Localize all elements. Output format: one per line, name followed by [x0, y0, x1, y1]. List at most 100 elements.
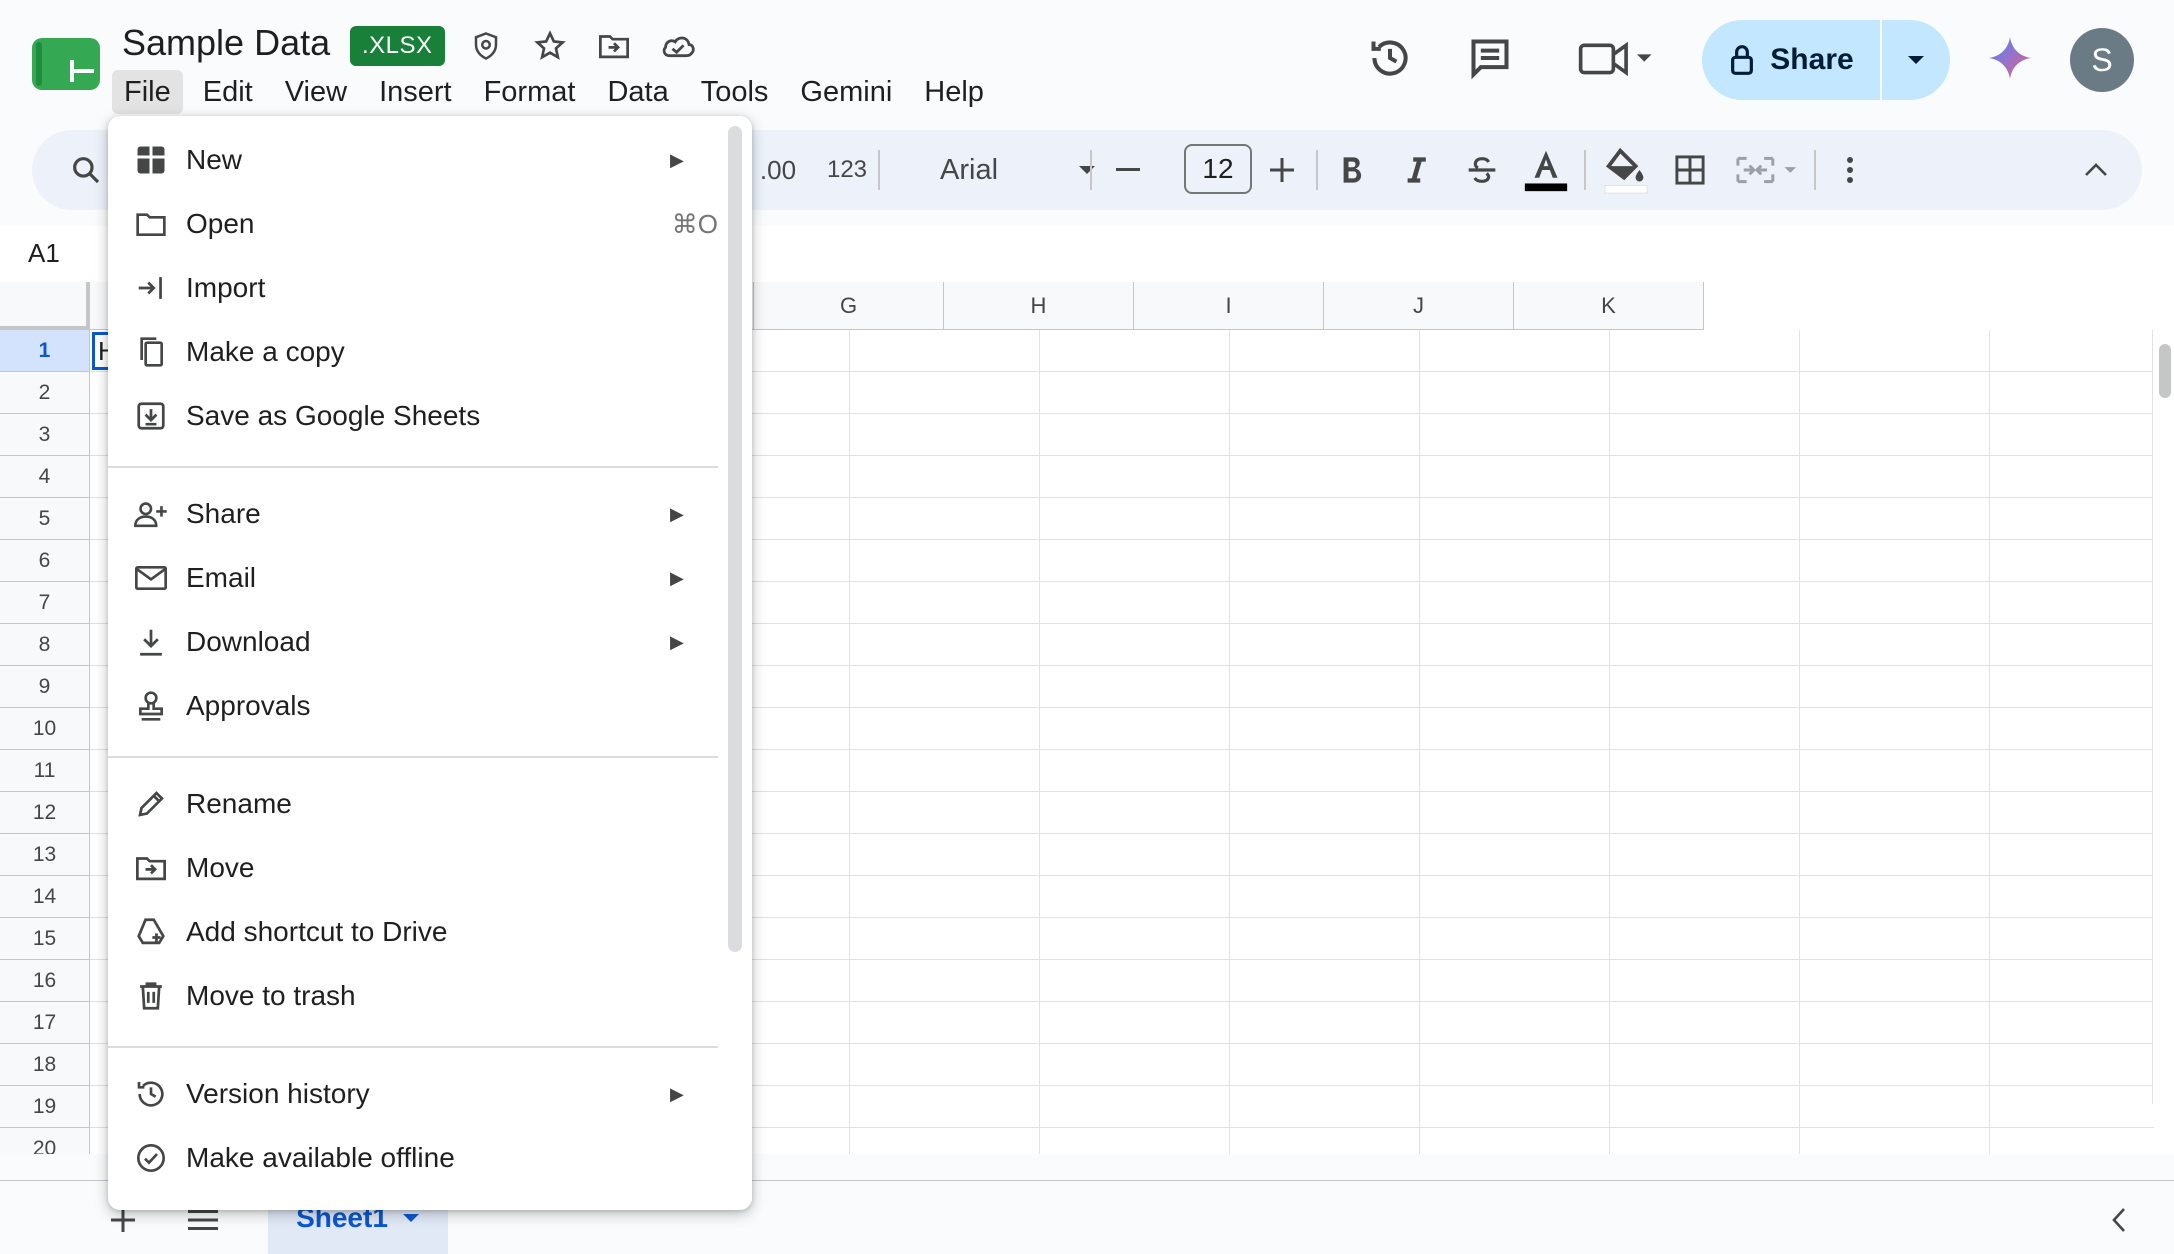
caret-down-icon — [1079, 166, 1095, 174]
side-panel-toggle-icon[interactable] — [2098, 1199, 2140, 1241]
row-header[interactable]: 12 — [0, 792, 90, 834]
row-header[interactable]: 10 — [0, 708, 90, 750]
version-history-icon[interactable] — [1362, 30, 1418, 86]
caret-down-icon — [1908, 56, 1924, 64]
column-header-g[interactable]: G — [754, 282, 944, 330]
menu-item-add-shortcut-to-drive[interactable]: Add shortcut to Drive — [108, 900, 718, 964]
row-header[interactable]: 2 — [0, 372, 90, 414]
more-options-icon[interactable] — [1832, 146, 1868, 194]
copy-icon — [132, 333, 170, 371]
row-header[interactable]: 16 — [0, 960, 90, 1002]
row-header[interactable]: 8 — [0, 624, 90, 666]
column-header-h[interactable]: H — [944, 282, 1134, 330]
column-header-k[interactable]: K — [1514, 282, 1704, 330]
menu-item-make-available-offline[interactable]: Make available offline — [108, 1126, 718, 1190]
menu-scrollbar[interactable] — [728, 126, 742, 952]
row-header[interactable]: 3 — [0, 414, 90, 456]
column-header-i[interactable]: I — [1134, 282, 1324, 330]
comments-icon[interactable] — [1462, 30, 1518, 86]
row-header[interactable]: 6 — [0, 540, 90, 582]
cloud-saved-icon[interactable] — [658, 26, 698, 66]
strikethrough-icon[interactable] — [1456, 146, 1508, 194]
row-header[interactable]: 14 — [0, 876, 90, 918]
row-header[interactable]: 7 — [0, 582, 90, 624]
row-header[interactable]: 5 — [0, 498, 90, 540]
decrease-font-size-button[interactable] — [1104, 146, 1152, 194]
star-icon[interactable] — [530, 26, 570, 66]
column-header-j[interactable]: J — [1324, 282, 1514, 330]
document-title[interactable]: Sample Data — [122, 22, 330, 64]
row-header[interactable]: 19 — [0, 1086, 90, 1128]
gemini-spark-icon[interactable] — [1982, 30, 2038, 86]
merge-cells-icon[interactable] — [1730, 146, 1804, 194]
menu-divider — [108, 466, 718, 468]
menu-item-share[interactable]: Share ▶ — [108, 482, 718, 546]
move-folder-icon[interactable] — [594, 26, 634, 66]
menu-gemini[interactable]: Gemini — [788, 70, 904, 114]
row-header[interactable]: 18 — [0, 1044, 90, 1086]
menu-item-label: Share — [186, 498, 261, 529]
menu-bar: File Edit View Insert Format Data Tools … — [112, 70, 1004, 114]
menu-edit[interactable]: Edit — [191, 70, 265, 114]
row-header[interactable]: 13 — [0, 834, 90, 876]
row-header[interactable]: 1 — [0, 330, 90, 372]
menu-item-open[interactable]: Open ⌘O — [108, 192, 718, 256]
row-header[interactable]: 9 — [0, 666, 90, 708]
drive-shortcut-icon — [132, 913, 170, 951]
menu-divider — [108, 756, 718, 758]
sheets-logo-icon[interactable] — [32, 38, 100, 90]
select-all-corner[interactable] — [0, 282, 90, 330]
menu-item-save-as-google-sheets[interactable]: Save as Google Sheets — [108, 384, 718, 448]
row-header[interactable]: 4 — [0, 456, 90, 498]
toolbar-divider — [1316, 150, 1318, 190]
share-button[interactable]: Share — [1702, 20, 1882, 100]
vertical-scrollbar[interactable] — [2152, 330, 2174, 1104]
vertical-scroll-thumb[interactable] — [2159, 344, 2171, 398]
menu-item-make-a-copy[interactable]: Make a copy — [108, 320, 718, 384]
person-add-icon — [132, 495, 170, 533]
row-header[interactable]: 11 — [0, 750, 90, 792]
menu-format[interactable]: Format — [472, 70, 588, 114]
menu-item-move[interactable]: Move — [108, 836, 718, 900]
menu-item-rename[interactable]: Rename — [108, 772, 718, 836]
number-format-button[interactable]: 123 — [812, 146, 882, 194]
menu-item-approvals[interactable]: Approvals — [108, 674, 718, 738]
offline-check-icon — [132, 1139, 170, 1177]
collapse-toolbar-icon[interactable] — [2076, 146, 2116, 194]
menu-item-email[interactable]: Email ▶ — [108, 546, 718, 610]
menu-tools[interactable]: Tools — [689, 70, 781, 114]
import-icon — [132, 269, 170, 307]
share-dropdown-button[interactable] — [1882, 20, 1950, 100]
menu-data[interactable]: Data — [595, 70, 680, 114]
font-size-input[interactable]: 12 — [1184, 144, 1252, 194]
name-box[interactable]: A1 — [28, 238, 60, 269]
font-family-select[interactable]: Arial — [906, 146, 1096, 194]
italic-icon[interactable] — [1392, 146, 1440, 194]
text-color-icon[interactable] — [1518, 142, 1574, 198]
menu-help[interactable]: Help — [912, 70, 996, 114]
menu-file[interactable]: File — [112, 70, 183, 114]
file-menu-dropdown: New ▶ Open ⌘O Import Make a copy Save as… — [108, 116, 752, 1210]
menu-item-version-history[interactable]: Version history ▶ — [108, 1062, 718, 1126]
meet-camera-icon[interactable] — [1572, 30, 1662, 86]
menu-view[interactable]: View — [273, 70, 359, 114]
menu-item-download[interactable]: Download ▶ — [108, 610, 718, 674]
security-shield-icon[interactable] — [466, 26, 506, 66]
borders-icon[interactable] — [1664, 146, 1716, 194]
top-bar: Sample Data .XLSX File Edit View Insert … — [0, 0, 2174, 128]
bold-icon[interactable] — [1328, 146, 1376, 194]
row-header[interactable]: 20 — [0, 1128, 90, 1154]
row-header[interactable]: 17 — [0, 1002, 90, 1044]
increase-decimal-button[interactable]: .00 — [748, 146, 808, 194]
caret-down-icon[interactable] — [402, 1213, 420, 1223]
menu-item-import[interactable]: Import — [108, 256, 718, 320]
row-header[interactable]: 15 — [0, 918, 90, 960]
avatar[interactable]: S — [2070, 28, 2134, 92]
search-menus-icon[interactable] — [62, 146, 110, 194]
menu-item-new[interactable]: New ▶ — [108, 128, 718, 192]
increase-font-size-button[interactable] — [1258, 146, 1306, 194]
menu-insert[interactable]: Insert — [367, 70, 464, 114]
file-format-badge[interactable]: .XLSX — [350, 26, 445, 66]
fill-color-icon[interactable] — [1598, 142, 1654, 198]
menu-item-move-to-trash[interactable]: Move to trash — [108, 964, 718, 1028]
